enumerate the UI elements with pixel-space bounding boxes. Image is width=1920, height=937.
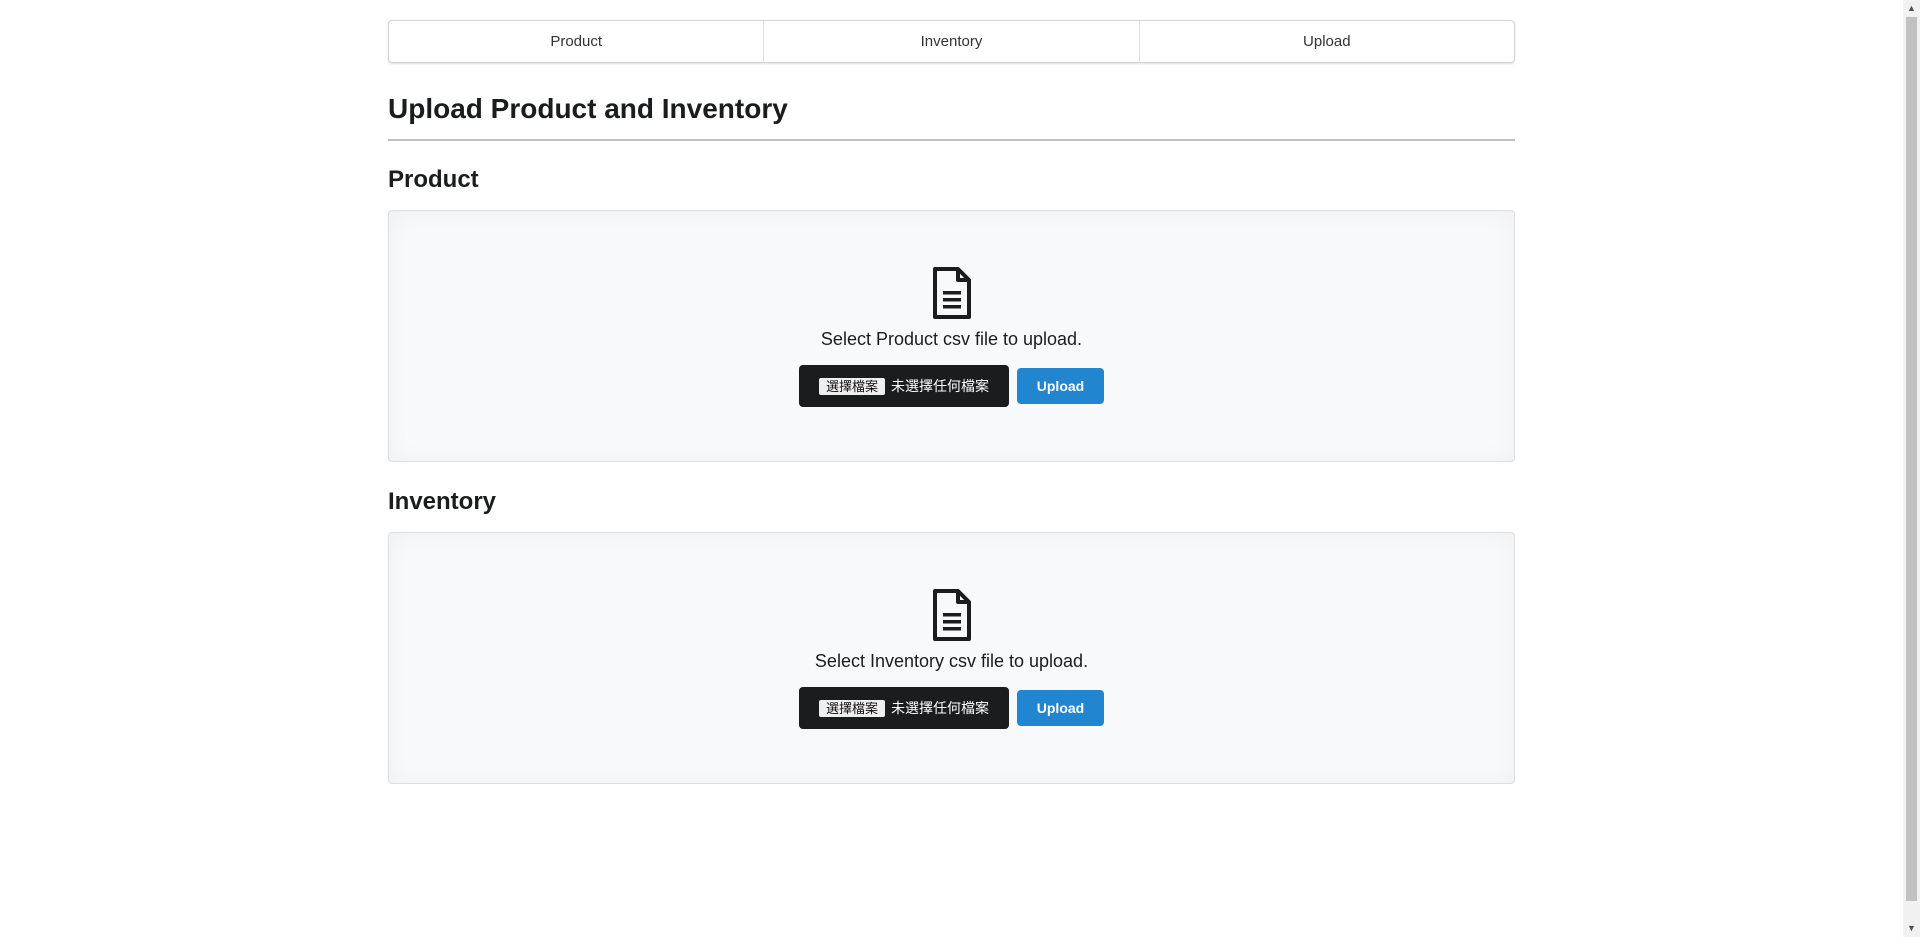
page-title: Upload Product and Inventory	[388, 90, 1515, 141]
tab-upload[interactable]: Upload	[1138, 21, 1514, 62]
inventory-section-title: Inventory	[388, 488, 497, 515]
tab-inventory[interactable]: Inventory	[763, 21, 1138, 62]
product-upload-prompt: Select Product csv file to upload.	[820, 329, 1083, 349]
product-upload-panel: Select Product csv file to upload. 選擇檔案 …	[388, 210, 1515, 462]
product-file-status: 未選擇任何檔案	[891, 378, 990, 394]
product-section-title: Product	[388, 166, 479, 193]
inventory-upload-button[interactable]: Upload	[1017, 690, 1104, 726]
inventory-file-status: 未選擇任何檔案	[891, 700, 990, 716]
top-tab-menu: Product Inventory Upload	[388, 20, 1515, 63]
page-container: Product Inventory Upload Upload Product …	[388, 20, 1515, 784]
inventory-upload-prompt: Select Inventory csv file to upload.	[814, 651, 1089, 671]
product-upload-button[interactable]: Upload	[1017, 368, 1104, 404]
inventory-upload-controls: 選擇檔案 未選擇任何檔案 Upload	[799, 687, 1104, 729]
file-icon	[932, 589, 971, 641]
scroll-down-arrow-icon[interactable]: ▼	[1903, 920, 1920, 937]
inventory-file-input[interactable]: 選擇檔案 未選擇任何檔案	[799, 687, 1009, 729]
file-icon	[932, 267, 971, 319]
scrollbar-thumb[interactable]	[1906, 17, 1917, 901]
product-upload-controls: 選擇檔案 未選擇任何檔案 Upload	[799, 365, 1104, 407]
vertical-scrollbar[interactable]: ▲ ▼	[1903, 0, 1920, 937]
tab-product[interactable]: Product	[389, 21, 763, 62]
inventory-choose-file-button[interactable]: 選擇檔案	[819, 699, 886, 717]
product-file-input[interactable]: 選擇檔案 未選擇任何檔案	[799, 365, 1009, 407]
product-choose-file-button[interactable]: 選擇檔案	[819, 377, 886, 395]
inventory-upload-panel: Select Inventory csv file to upload. 選擇檔…	[388, 532, 1515, 784]
scroll-up-arrow-icon[interactable]: ▲	[1903, 0, 1920, 17]
